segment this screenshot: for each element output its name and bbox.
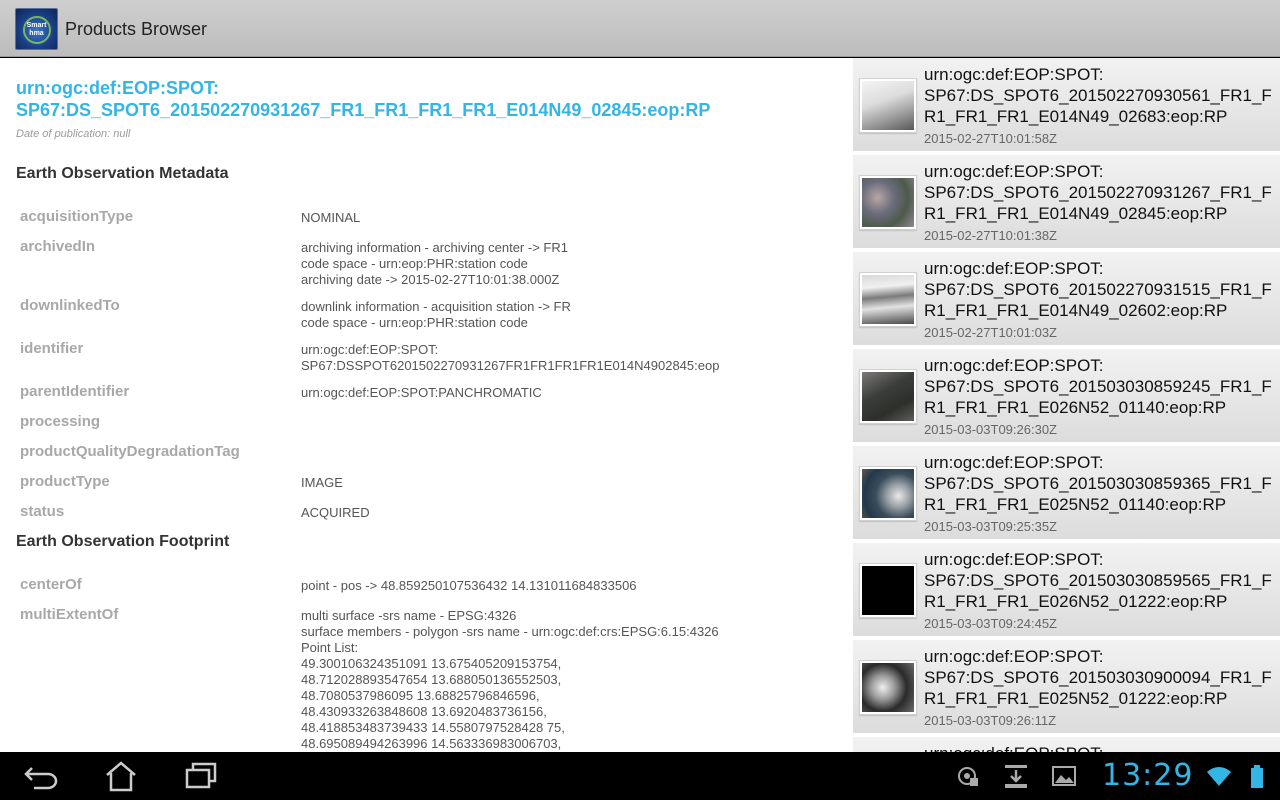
metadata-value: urn:ogc:def:EOP:SPOT:PANCHROMATIC [301, 385, 542, 400]
metadata-value: point - pos -> 48.859250107536432 14.131… [301, 578, 637, 593]
product-list[interactable]: urn:ogc:def:EOP:SPOT: SP67:DS_SPOT6_20150… [853, 58, 1280, 752]
app-window: Smart hma Products Browser urn:ogc:def:EO… [0, 0, 1280, 800]
metadata-value: archiving information - archiving center… [301, 240, 568, 287]
metadata-key: centerOf [20, 576, 82, 593]
metadata-key: parentIdentifier [20, 383, 130, 400]
system-navigation-bar: 13:29 [0, 752, 1280, 800]
product-date: 2015-02-27T10:01:03Z [924, 325, 1057, 340]
gallery-icon[interactable] [1050, 762, 1078, 790]
product-list-item[interactable]: urn:ogc:def:EOP:SPOT: [853, 737, 1280, 752]
product-name: urn:ogc:def:EOP:SPOT: SP67:DS_SPOT6_20150… [924, 259, 1272, 320]
publication-date: Date of publication: null [16, 128, 131, 140]
product-name: urn:ogc:def:EOP:SPOT: SP67:DS_SPOT6_20150… [924, 647, 1272, 708]
product-list-item[interactable]: urn:ogc:def:EOP:SPOT: SP67:DS_SPOT6_20150… [853, 446, 1280, 541]
status-clock: 13:29 [1102, 758, 1194, 793]
product-list-item[interactable]: urn:ogc:def:EOP:SPOT: SP67:DS_SPOT6_20150… [853, 252, 1280, 347]
metadata-value: NOMINAL [301, 210, 361, 225]
product-name: urn:ogc:def:EOP:SPOT: [924, 743, 1276, 752]
metadata-value: multi surface -srs name - EPSG:4326 surfa… [301, 608, 719, 751]
metadata-value: ACQUIRED [301, 505, 370, 520]
product-thumbnail [859, 272, 917, 327]
wifi-icon [1205, 762, 1233, 790]
metadata-value: downlink information - acquisition stati… [301, 299, 571, 330]
metadata-key: archivedIn [20, 238, 96, 255]
product-name: urn:ogc:def:EOP:SPOT: SP67:DS_SPOT6_20150… [924, 65, 1272, 126]
product-date: 2015-02-27T10:01:38Z [924, 228, 1057, 243]
logo-text: Smart hma [26, 22, 47, 37]
product-date: 2015-02-27T10:01:58Z [924, 131, 1057, 146]
product-thumbnail [859, 369, 917, 424]
battery-icon [1244, 762, 1272, 790]
product-title-line: SP67:DS_SPOT6_201502270931267_FR1_FR1_FR… [16, 100, 711, 120]
product-thumbnail [859, 563, 917, 618]
product-date: 2015-03-03T09:26:30Z [924, 422, 1057, 437]
back-icon[interactable] [22, 760, 62, 792]
product-thumbnail [859, 175, 917, 230]
product-list-item[interactable]: urn:ogc:def:EOP:SPOT: SP67:DS_SPOT6_20150… [853, 349, 1280, 444]
usb-debug-icon[interactable] [955, 762, 983, 790]
metadata-heading: Earth Observation Metadata [16, 165, 229, 182]
product-thumbnail [859, 660, 917, 715]
metadata-value: urn:ogc:def:EOP:SPOT: SP67:DSSPOT62015022… [301, 342, 720, 373]
metadata-key: multiExtentOf [20, 606, 119, 623]
product-list-item[interactable]: urn:ogc:def:EOP:SPOT: SP67:DS_SPOT6_20150… [853, 155, 1280, 250]
product-name: urn:ogc:def:EOP:SPOT: SP67:DS_SPOT6_20150… [924, 356, 1272, 417]
home-icon[interactable] [102, 760, 142, 792]
metadata-key: productType [20, 473, 110, 490]
product-date: 2015-03-03T09:26:11Z [924, 713, 1057, 728]
product-date: 2015-03-03T09:24:45Z [924, 616, 1057, 631]
footprint-heading: Earth Observation Footprint [16, 533, 230, 550]
metadata-key: identifier [20, 340, 84, 357]
metadata-key: acquisitionType [20, 208, 134, 225]
product-detail-pane[interactable]: urn:ogc:def:EOP:SPOT: SP67:DS_SPOT6_2015… [0, 58, 853, 752]
product-title-line: urn:ogc:def:EOP:SPOT: [16, 78, 219, 98]
metadata-value: IMAGE [301, 475, 343, 490]
product-thumbnail [859, 466, 917, 521]
metadata-key: productQualityDegradationTag [20, 443, 240, 460]
recent-apps-icon[interactable] [184, 760, 224, 792]
metadata-key: status [20, 503, 65, 520]
app-logo-icon[interactable]: Smart hma [15, 8, 58, 50]
metadata-key: processing [20, 413, 101, 430]
product-list-item[interactable]: urn:ogc:def:EOP:SPOT: SP67:DS_SPOT6_20150… [853, 640, 1280, 735]
product-name: urn:ogc:def:EOP:SPOT: SP67:DS_SPOT6_20150… [924, 162, 1272, 223]
product-title: urn:ogc:def:EOP:SPOT: SP67:DS_SPOT6_2015… [16, 77, 836, 121]
product-list-item[interactable]: urn:ogc:def:EOP:SPOT: SP67:DS_SPOT6_20150… [853, 58, 1280, 153]
product-name: urn:ogc:def:EOP:SPOT: SP67:DS_SPOT6_20150… [924, 550, 1272, 611]
product-list-item[interactable]: urn:ogc:def:EOP:SPOT: SP67:DS_SPOT6_20150… [853, 543, 1280, 638]
download-icon[interactable] [1002, 762, 1030, 790]
product-thumbnail [859, 78, 917, 133]
product-name: urn:ogc:def:EOP:SPOT: SP67:DS_SPOT6_20150… [924, 453, 1272, 514]
app-title: Products Browser [65, 19, 208, 39]
product-date: 2015-03-03T09:25:35Z [924, 519, 1057, 534]
metadata-key: downlinkedTo [20, 297, 120, 314]
action-bar: Smart hma Products Browser [0, 0, 1280, 57]
